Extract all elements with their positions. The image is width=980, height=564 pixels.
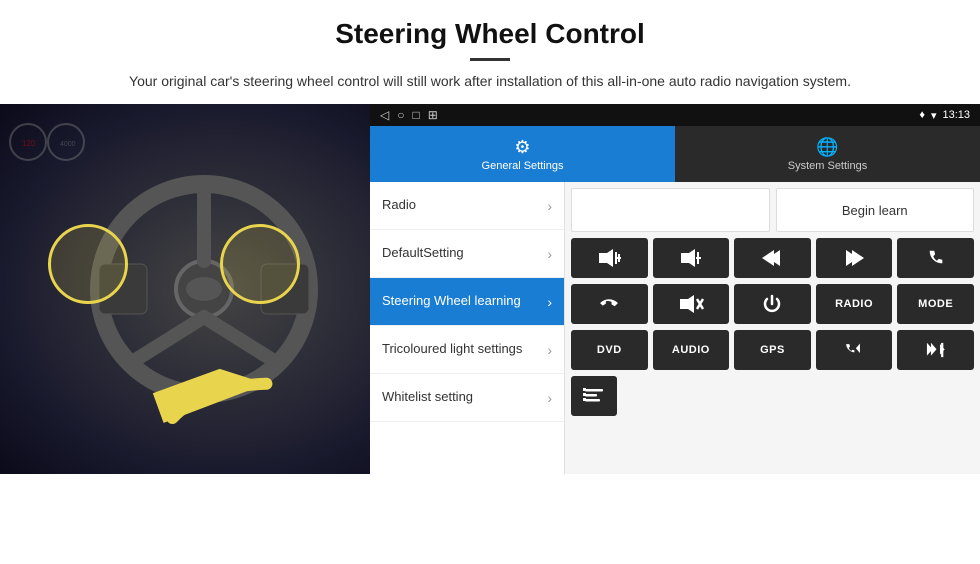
home-icon[interactable]: ○ [397, 108, 404, 122]
menu-item-tricoloured[interactable]: Tricoloured light settings › [370, 326, 564, 374]
phone-answer-button[interactable] [897, 238, 974, 278]
menu-tricoloured-chevron: › [547, 342, 552, 358]
system-settings-icon: 🌐 [816, 137, 838, 158]
mute-button[interactable] [653, 284, 730, 324]
phone-hang-button[interactable] [571, 284, 648, 324]
page-title: Steering Wheel Control [60, 18, 920, 50]
audio-button[interactable]: AUDIO [653, 330, 730, 370]
menu-item-default[interactable]: DefaultSetting › [370, 230, 564, 278]
controls-row-1 [571, 238, 974, 278]
menu-steering-label: Steering Wheel learning [382, 293, 521, 310]
menu-radio-label: Radio [382, 197, 416, 214]
android-screen: ◁ ○ □ ⊞ ♦ ▾ 13:13 ⚙ General Settings 🌐 S… [370, 104, 980, 474]
next-track-button[interactable] [816, 238, 893, 278]
content-area: 120 4000 ◁ ○ □ ⊞ ♦ ▾ 13:13 ⚙ [0, 104, 980, 474]
controls-row-4 [571, 376, 974, 416]
screen-main: Radio › DefaultSetting › Steering Wheel … [370, 182, 980, 474]
highlight-left [48, 224, 128, 304]
controls-top-row: Begin learn [571, 188, 974, 232]
general-settings-icon: ⚙ [514, 137, 530, 158]
controls-row-3: DVD AUDIO GPS [571, 330, 974, 370]
menu-radio-chevron: › [547, 198, 552, 214]
tab-general-label: General Settings [482, 160, 564, 172]
prev-track-button[interactable] [734, 238, 811, 278]
tab-general[interactable]: ⚙ General Settings [370, 126, 675, 182]
svg-text:4000: 4000 [60, 141, 76, 148]
dvd-button[interactable]: DVD [571, 330, 648, 370]
vol-up-button[interactable] [571, 238, 648, 278]
page-description: Your original car's steering wheel contr… [60, 71, 920, 92]
dashboard-hint: 120 4000 [8, 112, 88, 167]
menu-whitelist-chevron: › [547, 390, 552, 406]
back-icon[interactable]: ◁ [380, 108, 389, 122]
menu-icon[interactable]: ⊞ [428, 108, 438, 122]
menu-whitelist-label: Whitelist setting [382, 389, 473, 406]
gps-button[interactable]: GPS [734, 330, 811, 370]
highlight-right [220, 224, 300, 304]
svg-text:120: 120 [22, 139, 36, 148]
mode-button[interactable]: MODE [897, 284, 974, 324]
time-display: 13:13 [942, 109, 970, 121]
tab-system[interactable]: 🌐 System Settings [675, 126, 980, 182]
tab-system-label: System Settings [788, 160, 867, 172]
radio-button[interactable]: RADIO [816, 284, 893, 324]
tab-bar: ⚙ General Settings 🌐 System Settings [370, 126, 980, 182]
power-button[interactable] [734, 284, 811, 324]
title-divider [470, 58, 510, 61]
car-image-section: 120 4000 [0, 104, 370, 474]
vol-down-button[interactable] [653, 238, 730, 278]
phone-prev-button[interactable] [816, 330, 893, 370]
menu-item-radio[interactable]: Radio › [370, 182, 564, 230]
recents-icon[interactable]: □ [412, 108, 419, 122]
menu-list: Radio › DefaultSetting › Steering Wheel … [370, 182, 565, 474]
wifi-icon: ▾ [931, 109, 937, 122]
controls-row-2: RADIO MODE [571, 284, 974, 324]
menu-item-steering[interactable]: Steering Wheel learning › [370, 278, 564, 326]
menu-tricoloured-label: Tricoloured light settings [382, 341, 522, 358]
begin-learn-button[interactable]: Begin learn [776, 188, 975, 232]
status-indicators: ♦ ▾ 13:13 [919, 109, 970, 122]
gps-icon: ♦ [919, 109, 925, 121]
nav-buttons: ◁ ○ □ ⊞ [380, 108, 438, 122]
menu-default-chevron: › [547, 246, 552, 262]
list-button[interactable] [571, 376, 617, 416]
status-bar: ◁ ○ □ ⊞ ♦ ▾ 13:13 [370, 104, 980, 126]
page-header: Steering Wheel Control Your original car… [0, 0, 980, 104]
menu-default-label: DefaultSetting [382, 245, 464, 262]
car-background: 120 4000 [0, 104, 370, 474]
empty-input-box [571, 188, 770, 232]
skip-button[interactable] [897, 330, 974, 370]
controls-panel: Begin learn [565, 182, 980, 474]
menu-steering-chevron: › [547, 294, 552, 310]
menu-item-whitelist[interactable]: Whitelist setting › [370, 374, 564, 422]
